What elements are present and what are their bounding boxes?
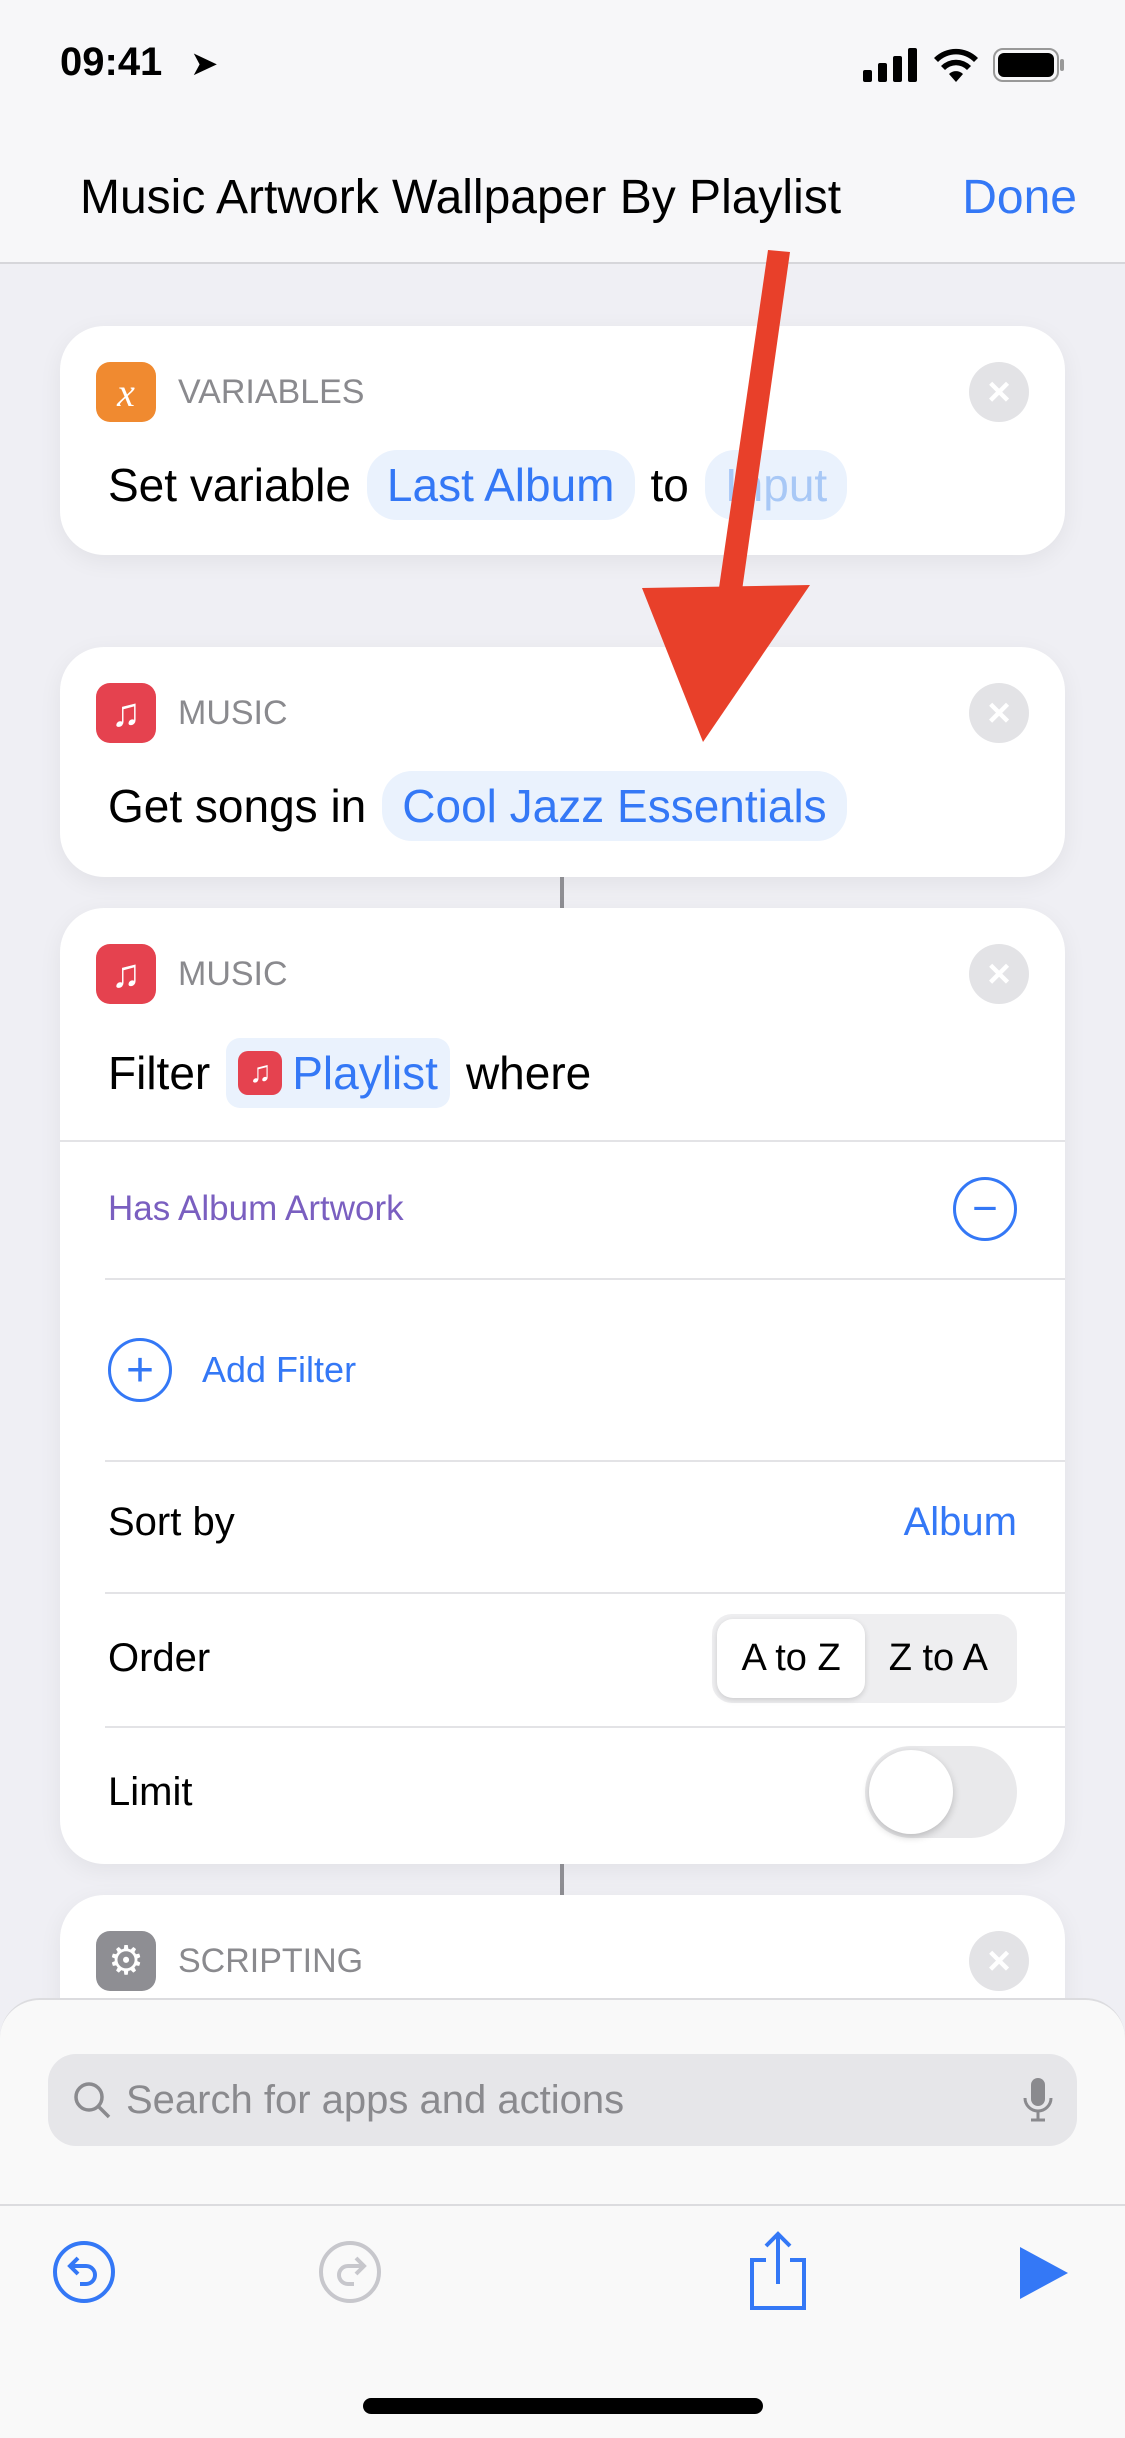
- connector: [560, 877, 564, 908]
- sort-label: Sort by: [108, 1500, 235, 1544]
- action-filter[interactable]: ♫ MUSIC × Filter ♫ Playlist where Has Album …: [60, 908, 1065, 1864]
- remove-action-button[interactable]: ×: [969, 944, 1029, 1004]
- playlist-token[interactable]: Playlist: [292, 1046, 438, 1100]
- order-a-to-z[interactable]: A to Z: [717, 1619, 865, 1698]
- remove-filter-icon[interactable]: −: [953, 1177, 1017, 1241]
- sort-value[interactable]: Album: [904, 1500, 1017, 1545]
- undo-icon[interactable]: [52, 2240, 116, 2304]
- home-indicator: [363, 2398, 763, 2414]
- play-icon[interactable]: [1018, 2245, 1070, 2301]
- action-text: Filter: [108, 1047, 211, 1099]
- action-category: SCRIPTING: [178, 1941, 364, 1980]
- search-icon: [74, 2082, 111, 2119]
- action-search-sheet: Search for apps and actions: [0, 1998, 1125, 2438]
- connector: [560, 1864, 564, 1895]
- redo-icon[interactable]: [318, 2240, 382, 2304]
- search-placeholder: Search for apps and actions: [126, 2077, 625, 2122]
- music-icon: ♫: [96, 944, 156, 1004]
- order-segmented-control[interactable]: A to ZZ to A: [712, 1614, 1017, 1703]
- add-icon: +: [108, 1338, 172, 1402]
- add-filter-label: Add Filter: [202, 1349, 357, 1390]
- remove-action-button[interactable]: ×: [969, 1931, 1029, 1991]
- filter-condition[interactable]: Has Album Artwork: [108, 1189, 404, 1229]
- add-filter-button[interactable]: + Add Filter: [108, 1338, 1017, 1402]
- gear-icon: ⚙: [96, 1931, 156, 1991]
- order-label: Order: [108, 1636, 211, 1680]
- music-icon: ♫: [238, 1051, 283, 1095]
- action-category: MUSIC: [178, 954, 288, 993]
- order-z-to-a[interactable]: Z to A: [865, 1619, 1012, 1698]
- limit-label: Limit: [108, 1769, 193, 1814]
- action-text: where: [465, 1047, 592, 1099]
- annotation-arrow: [642, 250, 810, 742]
- share-icon[interactable]: [748, 2230, 808, 2312]
- limit-toggle[interactable]: [865, 1746, 1017, 1838]
- search-input[interactable]: Search for apps and actions: [48, 2054, 1077, 2146]
- microphone-icon[interactable]: [1023, 2078, 1053, 2122]
